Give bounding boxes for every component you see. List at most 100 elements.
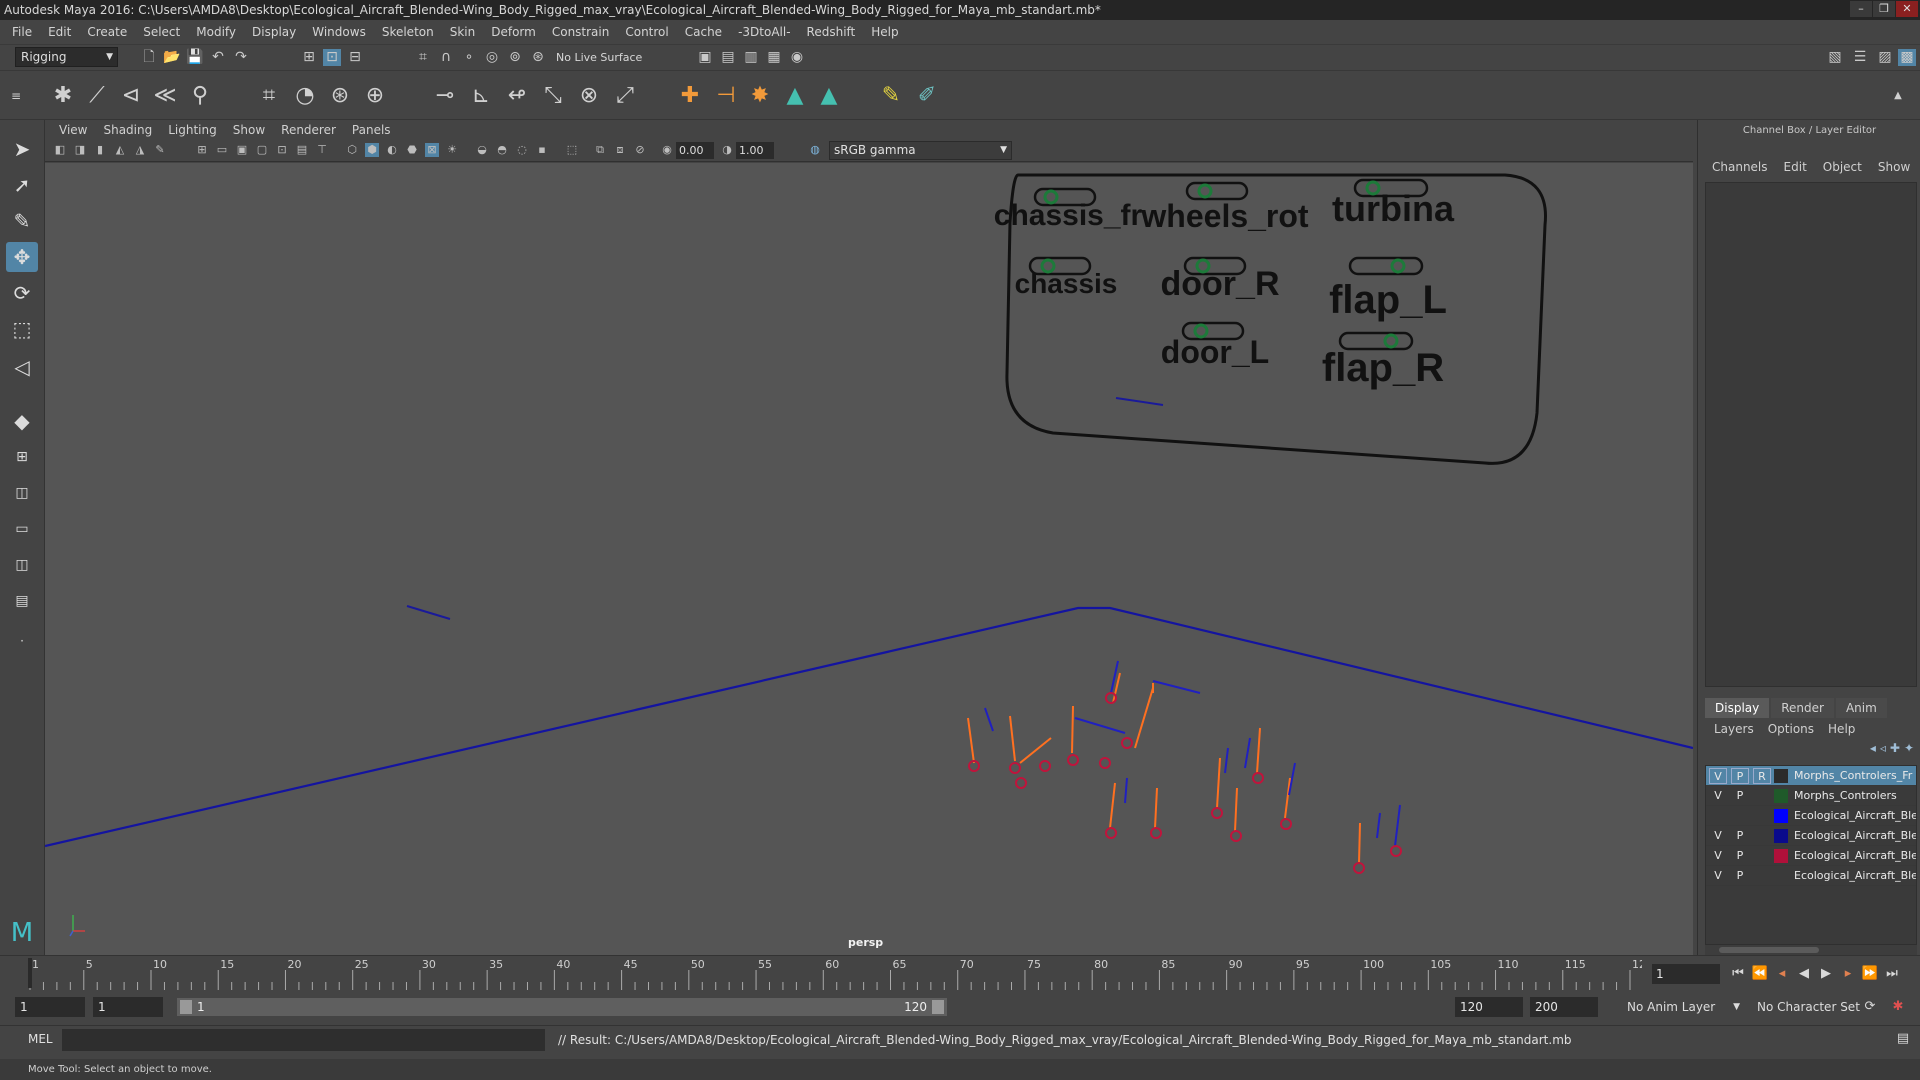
scrollbar-thumb[interactable] xyxy=(1719,947,1819,953)
help-menu[interactable]: Help xyxy=(1821,722,1862,736)
orient-constraint-icon[interactable]: ↫ xyxy=(502,81,532,111)
layer-row[interactable]: Ecological_Aircraft_Ble xyxy=(1706,806,1916,826)
render-view-icon[interactable]: ▣ xyxy=(696,49,714,66)
script-language-label[interactable]: MEL xyxy=(28,1032,53,1046)
hik-icon[interactable]: ▲ xyxy=(814,81,844,111)
menu-windows[interactable]: Windows xyxy=(304,25,374,39)
safe-title-icon[interactable]: ⊤ xyxy=(315,143,329,157)
select-hierarchy-icon[interactable]: ⊞ xyxy=(300,49,318,66)
control-slider-knob[interactable] xyxy=(1197,183,1213,199)
view-transform-select[interactable]: sRGB gamma ▼ xyxy=(829,141,1012,160)
range-start-handle[interactable] xyxy=(180,1000,192,1014)
scale-tool-icon[interactable]: ⬚ xyxy=(6,314,38,344)
layer-row[interactable]: V P R Morphs_Controlers_Fr xyxy=(1706,766,1916,786)
animation-end-field[interactable]: 200 xyxy=(1530,997,1598,1017)
menu-file[interactable]: File xyxy=(4,25,40,39)
textured-icon[interactable]: ⬣ xyxy=(405,143,419,157)
options-menu[interactable]: Options xyxy=(1761,722,1821,736)
layer-color-swatch[interactable] xyxy=(1774,769,1788,783)
time-ruler[interactable]: 1 5 10 15 20 25 30 35 40 45 50 55 60 65 70 75 80 85 90 95 10… xyxy=(28,956,1642,996)
tab-display[interactable]: Display xyxy=(1705,698,1770,718)
shadows-icon[interactable]: ◒ xyxy=(475,143,489,157)
skeleton-icon[interactable]: ⚲ xyxy=(185,81,215,111)
pole-vector-icon[interactable]: ⤢ xyxy=(610,81,640,111)
range-end-handle[interactable] xyxy=(932,1000,944,1014)
channel-box-area[interactable] xyxy=(1705,182,1917,687)
layer-reference-toggle[interactable] xyxy=(1753,848,1771,864)
new-scene-icon[interactable]: 🗋 xyxy=(140,49,158,66)
panel-menu-view[interactable]: View xyxy=(51,123,95,137)
step-back-frame-icon[interactable]: ◂ xyxy=(1772,964,1792,984)
annotation-icon[interactable]: ⊣ xyxy=(711,81,741,111)
layer-playback-toggle[interactable]: P xyxy=(1731,788,1749,804)
panel-menu-renderer[interactable]: Renderer xyxy=(273,123,344,137)
shelf-menu-icon[interactable]: ≡ xyxy=(8,81,24,111)
aim-constraint-icon[interactable]: ⊾ xyxy=(466,81,496,111)
backface-icon[interactable]: ⊘ xyxy=(633,143,647,157)
panel-menu-lighting[interactable]: Lighting xyxy=(160,123,225,137)
blendshape-icon[interactable]: ⊕ xyxy=(360,81,390,111)
shelf-scroll-icon[interactable]: ▲ xyxy=(1890,81,1906,111)
select-tool-icon[interactable]: ➤ xyxy=(6,134,38,164)
camera-attr-icon[interactable]: ◨ xyxy=(73,143,87,157)
bind-skin-icon[interactable]: ≪ xyxy=(150,81,180,111)
auto-key-icon[interactable]: ⟳ xyxy=(1860,997,1880,1017)
layer-row[interactable]: V P Ecological_Aircraft_Ble xyxy=(1706,846,1916,866)
rotate-tool-icon[interactable]: ⟳ xyxy=(6,278,38,308)
snap-live-icon[interactable]: ⊛ xyxy=(529,49,547,66)
layer-playback-toggle[interactable]: P xyxy=(1731,828,1749,844)
wireframe-icon[interactable]: ⬡ xyxy=(345,143,359,157)
animation-start-field[interactable]: 1 xyxy=(15,997,85,1017)
layer-visibility-toggle[interactable]: V xyxy=(1709,848,1727,864)
anim-layer-select[interactable]: No Anim Layer ▼ xyxy=(1622,997,1740,1017)
playback-end-field[interactable]: 120 xyxy=(1455,997,1523,1017)
undo-icon[interactable]: ↶ xyxy=(209,49,227,66)
ik-handle-icon[interactable]: ⟋ xyxy=(82,81,112,111)
move-tool-icon[interactable]: ✥ xyxy=(6,242,38,272)
render-frame-icon[interactable]: ▤ xyxy=(719,49,737,66)
scale-constraint-icon[interactable]: ⤡ xyxy=(538,81,568,111)
move-layer-up-icon[interactable]: ◂ xyxy=(1870,741,1876,755)
film-gate-icon[interactable]: ▭ xyxy=(215,143,229,157)
tab-anim[interactable]: Anim xyxy=(1835,698,1887,718)
play-backward-icon[interactable]: ◀ xyxy=(1794,964,1814,984)
menu-set-select[interactable]: Rigging ▼ xyxy=(15,47,118,67)
save-scene-icon[interactable]: 💾 xyxy=(186,49,204,66)
step-forward-frame-icon[interactable]: ▸ xyxy=(1838,964,1858,984)
grid-toggle-icon[interactable]: ⊞ xyxy=(195,143,209,157)
outliner-layout-icon[interactable]: ▤ xyxy=(6,586,38,616)
motion-blur-icon[interactable]: ◌ xyxy=(515,143,529,157)
exposure-icon[interactable]: ◉ xyxy=(660,143,674,157)
gate-mask-icon[interactable]: ▢ xyxy=(255,143,269,157)
command-input[interactable] xyxy=(62,1029,545,1051)
step-back-key-icon[interactable]: ⏪ xyxy=(1750,964,1770,984)
animation-prefs-icon[interactable]: ✱ xyxy=(1888,997,1908,1017)
point-constraint-icon[interactable]: ⊸ xyxy=(430,81,460,111)
close-button[interactable]: ✕ xyxy=(1896,1,1918,17)
character-set-select[interactable]: No Character Set xyxy=(1752,997,1864,1017)
modeling-toolkit-icon[interactable]: ▧ xyxy=(1826,49,1844,66)
layer-color-swatch[interactable] xyxy=(1774,809,1788,823)
image-plane-icon[interactable]: ◭ xyxy=(113,143,127,157)
last-tool-icon[interactable]: ◁ xyxy=(6,352,38,382)
menu-redshift[interactable]: Redshift xyxy=(799,25,864,39)
current-frame-field[interactable]: 1 xyxy=(1652,964,1720,984)
layer-list-scrollbar[interactable] xyxy=(1705,945,1917,955)
channels-menu[interactable]: Channels xyxy=(1704,160,1776,174)
snap-curve-icon[interactable]: ∩ xyxy=(437,49,455,66)
layer-reference-toggle[interactable] xyxy=(1753,808,1771,824)
layer-playback-toggle[interactable]: P xyxy=(1731,848,1749,864)
layer-row[interactable]: V P Morphs_Controlers xyxy=(1706,786,1916,806)
cluster-icon[interactable]: ◔ xyxy=(290,81,320,111)
menu-display[interactable]: Display xyxy=(244,25,304,39)
parent-constraint-icon[interactable]: ⊗ xyxy=(574,81,604,111)
wrap-icon[interactable]: ⊛ xyxy=(325,81,355,111)
ambient-occlusion-icon[interactable]: ◓ xyxy=(495,143,509,157)
menu-control[interactable]: Control xyxy=(617,25,676,39)
xray-active-icon[interactable]: ⧈ xyxy=(613,143,627,157)
layer-playback-toggle[interactable]: P xyxy=(1731,768,1749,784)
edit-menu[interactable]: Edit xyxy=(1776,160,1815,174)
default-material-icon[interactable]: ◐ xyxy=(385,143,399,157)
menu-skeleton[interactable]: Skeleton xyxy=(374,25,442,39)
script-editor-icon[interactable]: ▤ xyxy=(1893,1029,1913,1049)
